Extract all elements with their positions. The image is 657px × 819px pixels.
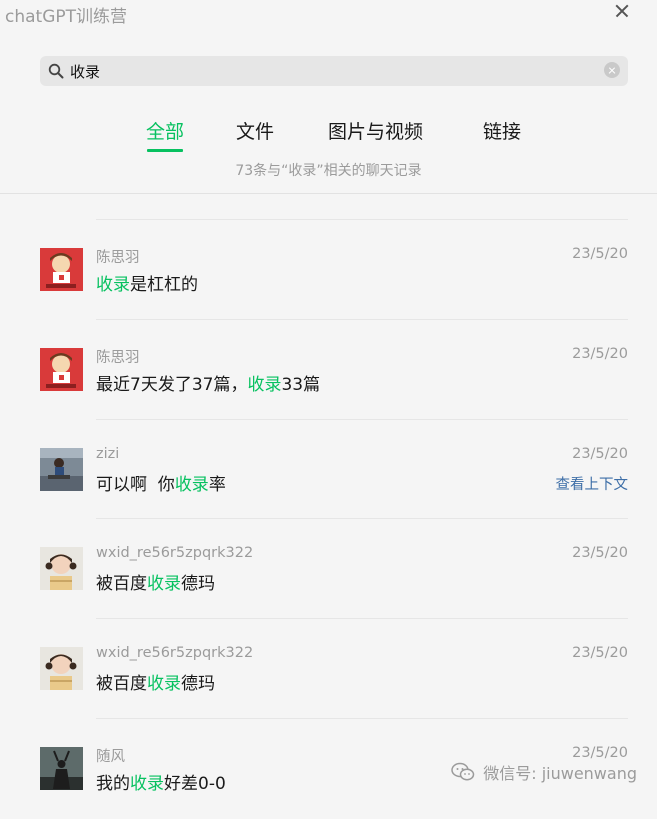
message-text-before: 可以啊 你: [96, 474, 175, 495]
search-icon: [48, 63, 64, 79]
message-text-after: 德玛: [181, 574, 215, 595]
avatar[interactable]: [40, 746, 83, 790]
child-photo-avatar-icon: [40, 447, 83, 491]
keyword-highlight: 收录: [247, 374, 282, 395]
keyword-highlight: 收录: [174, 474, 209, 495]
message-date: 23/5/20: [572, 246, 628, 262]
clear-search-icon[interactable]: [604, 62, 620, 78]
avatar[interactable]: [40, 647, 83, 691]
sender-name: wxid_re56r5zpqrk322: [96, 545, 254, 562]
sender-name: 陈思羽: [96, 349, 140, 366]
message-text: 被百度收录德玛: [96, 569, 215, 594]
wechat-icon: [451, 762, 475, 781]
sender-name: wxid_re56r5zpqrk322: [96, 645, 254, 662]
message-text-before: 我的: [96, 773, 130, 794]
message-text-after: 33篇: [281, 374, 321, 395]
message-text: 被百度收录德玛: [96, 669, 215, 694]
result-summary: 73条与“收录”相关的聊天记录: [235, 163, 422, 179]
tab-links[interactable]: 链接: [483, 117, 521, 144]
sender-name: zizi: [96, 445, 120, 462]
message-date: 23/5/20: [572, 445, 628, 462]
message-text: 收录是杠杠的: [96, 270, 198, 295]
sender-name: 随风: [96, 748, 125, 765]
sender-name: 陈思羽: [96, 250, 140, 266]
search-input[interactable]: [70, 60, 610, 82]
message-text: 我的收录好差0-0: [96, 769, 226, 794]
message-text-after: 率: [208, 474, 226, 495]
result-item[interactable]: 陈思羽 23/5/20 收录是杠杠的: [0, 220, 657, 320]
result-item[interactable]: zizi 23/5/20 可以啊 你收录率 查看上下文: [0, 420, 657, 520]
watermark-text: 微信号: jiuwenwang: [483, 764, 637, 783]
watermark: 微信号: jiuwenwang: [451, 761, 637, 783]
girl-photo-avatar-icon: [40, 547, 83, 591]
result-item[interactable]: wxid_re56r5zpqrk322 23/5/20 被百度收录德玛: [0, 519, 657, 620]
search-bar: [40, 56, 628, 86]
message-text-after: 是杠杠的: [130, 275, 198, 295]
avatar[interactable]: [40, 547, 83, 591]
keyword-highlight: 收录: [147, 574, 181, 595]
divider: [0, 193, 657, 194]
dark-figure-avatar-icon: [40, 746, 83, 790]
result-list: 陈思羽 23/5/20 收录是杠杠的 陈思羽 23/5/20 最近7天发了37篇…: [0, 220, 657, 819]
message-date: 23/5/20: [572, 545, 628, 562]
girl-photo-avatar-icon: [40, 647, 83, 691]
keyword-highlight: 收录: [130, 773, 164, 794]
avatar[interactable]: [40, 347, 83, 391]
tab-all[interactable]: 全部: [146, 117, 184, 152]
keyword-highlight: 收录: [147, 674, 181, 695]
message-text: 可以啊 你收录率: [96, 470, 226, 495]
red-pixel-avatar-icon: [40, 248, 83, 291]
tab-files[interactable]: 文件: [236, 117, 274, 144]
tab-images-videos[interactable]: 图片与视频: [328, 117, 423, 144]
message-text-before: 被百度: [96, 674, 147, 695]
avatar[interactable]: [40, 447, 83, 491]
keyword-highlight: 收录: [96, 275, 130, 295]
message-date: 23/5/20: [572, 645, 628, 662]
message-date: 23/5/20: [572, 744, 628, 761]
tab-bar: 全部 文件 图片与视频 链接: [0, 117, 657, 157]
red-pixel-avatar-icon: [40, 347, 83, 391]
message-text-after: 德玛: [181, 674, 215, 695]
message-date: 23/5/20: [572, 345, 628, 362]
view-context-link[interactable]: 查看上下文: [556, 473, 629, 494]
close-icon[interactable]: [615, 4, 629, 18]
message-text-before: 最近7天发了37篇，: [96, 374, 248, 395]
result-item[interactable]: wxid_re56r5zpqrk322 23/5/20 被百度收录德玛: [0, 619, 657, 719]
message-text: 最近7天发了37篇，收录33篇: [96, 370, 320, 395]
avatar[interactable]: [40, 248, 83, 291]
window-title: chatGPT训练营: [5, 7, 128, 27]
message-text-after: 好差0-0: [164, 773, 226, 794]
result-item[interactable]: 陈思羽 23/5/20 最近7天发了37篇，收录33篇: [0, 320, 657, 420]
message-text-before: 被百度: [96, 574, 147, 595]
